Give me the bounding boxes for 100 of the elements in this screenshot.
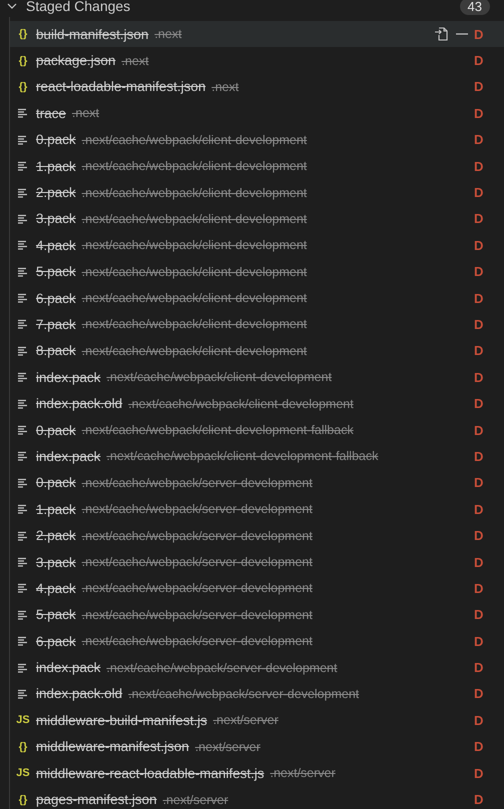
file-path: .next/cache/webpack/client-development bbox=[82, 317, 307, 332]
file-row[interactable]: 4.pack .next/cache/webpack/client-development D bbox=[10, 232, 504, 259]
file-row[interactable]: 5.pack .next/cache/webpack/server-development D bbox=[10, 602, 504, 628]
file-path: .next/cache/webpack/server-development bbox=[82, 634, 312, 648]
file-path: .next/server bbox=[213, 713, 278, 728]
file-row[interactable]: trace .next D bbox=[10, 100, 504, 127]
json-file-icon: {} bbox=[15, 740, 31, 753]
file-row[interactable]: 3.pack .next/cache/webpack/client-development D bbox=[10, 206, 504, 232]
text-file-icon bbox=[17, 582, 29, 594]
file-row[interactable]: 5.pack .next/cache/webpack/client-development D bbox=[10, 258, 504, 285]
file-path: .next bbox=[122, 54, 149, 68]
file-name: 4.pack bbox=[36, 580, 76, 596]
deleted-status: D bbox=[474, 634, 484, 649]
file-row[interactable]: index.pack.old .next/cache/webpack/client-development D bbox=[10, 390, 504, 417]
file-name: react-loadable-manifest.json bbox=[36, 79, 206, 94]
deleted-status: D bbox=[474, 316, 484, 332]
file-row[interactable]: {} package.json .next D bbox=[10, 47, 504, 74]
deleted-status: D bbox=[474, 475, 484, 490]
text-file-icon bbox=[17, 635, 29, 648]
file-path: .next/cache/webpack/server-development bbox=[106, 660, 338, 675]
file-name: 5.pack bbox=[36, 607, 76, 622]
file-path: .next/server bbox=[270, 766, 336, 780]
file-row[interactable]: 0.pack .next/cache/webpack/server-development D bbox=[10, 470, 504, 496]
text-file-icon bbox=[17, 530, 29, 542]
file-name: middleware-manifest.json bbox=[36, 739, 190, 754]
file-row[interactable]: JS middleware-react-loadable-manifest.js .next/server D bbox=[10, 760, 504, 786]
file-row[interactable]: 1.pack .next/cache/webpack/client-development D bbox=[10, 152, 504, 180]
file-path: .next bbox=[154, 27, 182, 42]
file-row[interactable]: index.pack .next/cache/webpack/client-development-fallback D bbox=[10, 443, 504, 470]
deleted-status: D bbox=[474, 712, 484, 728]
file-row[interactable]: 2.pack .next/cache/webpack/server-development D bbox=[10, 522, 504, 549]
json-file-icon: {} bbox=[15, 28, 31, 40]
file-path: .next/cache/webpack/server-development bbox=[82, 608, 312, 622]
deleted-status: D bbox=[474, 264, 484, 280]
file-name: 0.pack bbox=[36, 132, 76, 148]
deleted-status: D bbox=[474, 370, 484, 385]
file-name: 4.pack bbox=[36, 238, 76, 253]
file-row[interactable]: 2.pack .next/cache/webpack/client-development D bbox=[10, 179, 504, 206]
deleted-status: D bbox=[474, 53, 484, 68]
file-path: .next/cache/webpack/server-development bbox=[82, 476, 312, 490]
file-name: 7.pack bbox=[36, 316, 76, 332]
deleted-status: D bbox=[474, 132, 484, 148]
text-file-icon bbox=[17, 424, 29, 436]
deleted-status: D bbox=[474, 185, 484, 200]
open-file-icon[interactable] bbox=[434, 26, 450, 42]
json-file-icon: {} bbox=[15, 794, 31, 806]
text-file-icon bbox=[17, 608, 29, 621]
file-row[interactable]: {} react-loadable-manifest.json .next D bbox=[10, 74, 504, 100]
deleted-status: D bbox=[474, 792, 484, 808]
count-badge: 43 bbox=[460, 0, 490, 14]
file-path: .next/cache/webpack/server-development bbox=[128, 686, 359, 701]
file-row[interactable]: 7.pack .next/cache/webpack/client-development D bbox=[10, 311, 504, 338]
file-name: index.pack bbox=[36, 660, 101, 676]
file-path: .next/cache/webpack/client-development bbox=[82, 132, 307, 147]
file-row[interactable]: 8.pack .next/cache/webpack/client-development D bbox=[10, 338, 504, 364]
file-row[interactable]: 0.pack .next/cache/webpack/client-development-fallback D bbox=[10, 416, 504, 444]
file-path: .next/server bbox=[195, 740, 260, 754]
file-path: .next/cache/webpack/client-development-fallback bbox=[82, 423, 354, 438]
deleted-status: D bbox=[474, 422, 484, 438]
text-file-icon bbox=[17, 688, 29, 700]
file-path: .next/server bbox=[162, 792, 228, 807]
file-row[interactable]: 6.pack .next/cache/webpack/client-development D bbox=[10, 284, 504, 312]
file-name: build-manifest.json bbox=[36, 26, 149, 42]
deleted-status: D bbox=[474, 26, 484, 42]
file-name: 5.pack bbox=[36, 264, 76, 280]
json-file-icon: {} bbox=[15, 80, 31, 93]
file-row[interactable]: {} middleware-manifest.json .next/server D bbox=[10, 734, 504, 760]
file-path: .next/cache/webpack/client-development bbox=[82, 186, 307, 200]
file-path: .next/cache/webpack/client-development bbox=[82, 291, 307, 306]
file-row[interactable]: JS middleware-build-manifest.js .next/server D bbox=[10, 707, 504, 734]
text-file-icon bbox=[17, 160, 29, 172]
file-name: index.pack.old bbox=[36, 686, 122, 702]
file-row[interactable]: {} build-manifest.json .next D bbox=[10, 21, 504, 48]
file-name: 6.pack bbox=[36, 290, 76, 306]
file-row[interactable]: index.pack .next/cache/webpack/server-development D bbox=[10, 654, 504, 681]
file-name: 0.pack bbox=[36, 422, 76, 438]
file-row[interactable]: {} pages-manifest.json .next/server D bbox=[10, 786, 504, 809]
file-name: middleware-react-loadable-manifest.js bbox=[36, 766, 264, 781]
file-row[interactable]: 6.pack .next/cache/webpack/server-development D bbox=[10, 628, 504, 654]
file-name: 8.pack bbox=[36, 343, 76, 358]
file-row[interactable]: 3.pack .next/cache/webpack/server-development D bbox=[10, 548, 504, 576]
deleted-status: D bbox=[474, 660, 484, 676]
file-row[interactable]: index.pack .next/cache/webpack/client-development D bbox=[10, 364, 504, 390]
file-path: .next/cache/webpack/client-development-fallback bbox=[106, 449, 378, 464]
js-file-icon: JS bbox=[15, 714, 31, 726]
text-file-icon bbox=[17, 212, 29, 225]
deleted-status: D bbox=[474, 580, 484, 596]
file-name: index.pack bbox=[36, 370, 101, 385]
file-name: package.json bbox=[36, 53, 116, 68]
section-title[interactable]: Staged Changes bbox=[26, 0, 130, 14]
file-name: index.pack bbox=[36, 448, 101, 464]
deleted-status: D bbox=[474, 396, 484, 412]
text-file-icon bbox=[17, 450, 29, 462]
deleted-status: D bbox=[474, 238, 484, 253]
file-row[interactable]: index.pack.old .next/cache/webpack/server-development D bbox=[10, 680, 504, 708]
file-name: 6.pack bbox=[36, 634, 76, 649]
deleted-status: D bbox=[474, 502, 484, 517]
file-row[interactable]: 4.pack .next/cache/webpack/server-development D bbox=[10, 575, 504, 602]
file-row[interactable]: 1.pack .next/cache/webpack/server-development D bbox=[10, 496, 504, 522]
file-row[interactable]: 0.pack .next/cache/webpack/client-development D bbox=[10, 126, 504, 153]
